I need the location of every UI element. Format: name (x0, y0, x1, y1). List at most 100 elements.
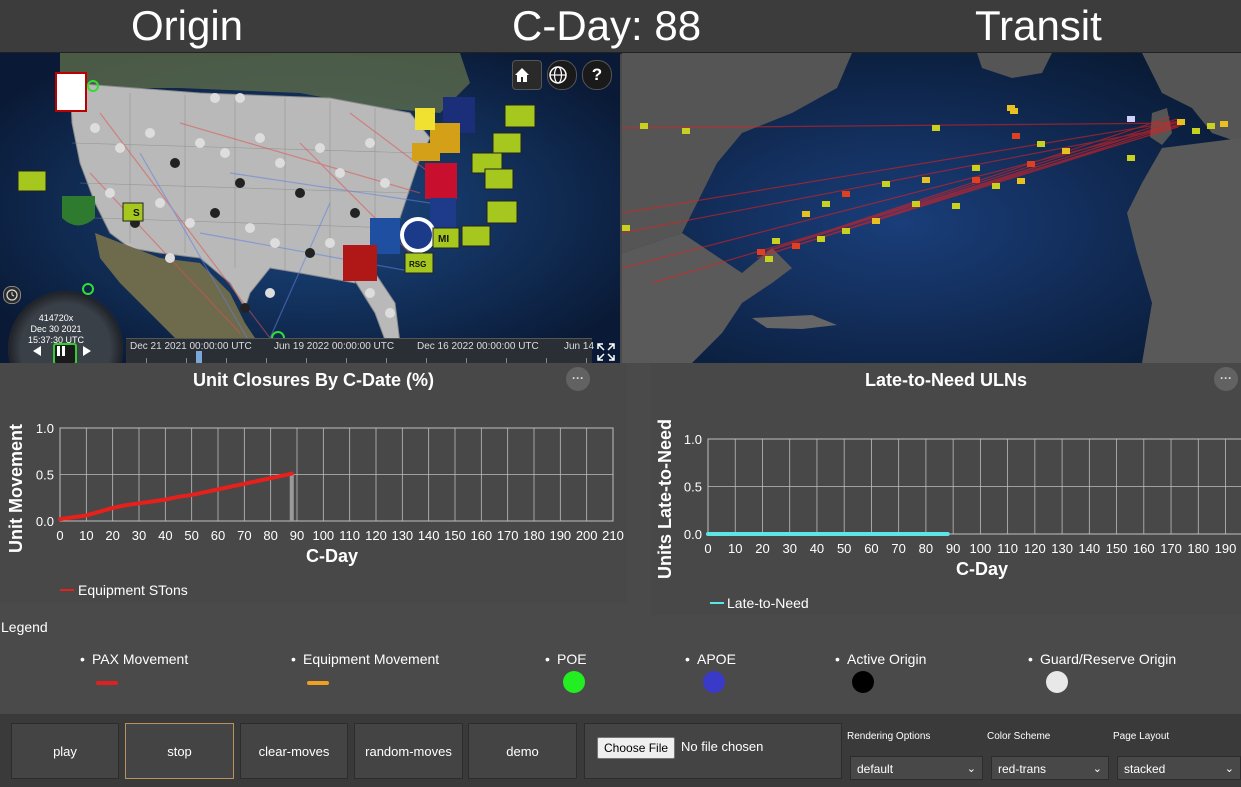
fullscreen-icon (597, 343, 615, 361)
reverse-button[interactable] (31, 345, 47, 363)
legend-label: PAX Movement (92, 651, 189, 667)
legend-bullet: • (291, 651, 296, 667)
demo-button[interactable]: demo (468, 723, 577, 779)
play-button[interactable]: play (11, 723, 119, 779)
x-tick-label: 180 (523, 528, 545, 543)
x-tick-label: 90 (946, 541, 960, 556)
x-tick-label: 150 (444, 528, 466, 543)
x-tick-label: 190 (1215, 541, 1237, 556)
late-to-need-chart: 0 10 20 30 40 50 60 70 80 90 100 110 120 130 140 150 160… (684, 432, 1241, 556)
x-tick-label: 160 (1133, 541, 1155, 556)
home-button[interactable] (512, 60, 542, 90)
late-to-need-panel: Late-to-Need ULNs ··· 0 10 20 30 40 50 60 70 80 9… (651, 363, 1241, 615)
forward-icon (83, 346, 91, 356)
reverse-icon (33, 346, 41, 356)
timeline-label-4: Jun 14 (564, 341, 595, 352)
transit-map[interactable] (622, 53, 1241, 363)
transit-title: Transit (975, 2, 1102, 49)
x-tick-label: 100 (970, 541, 992, 556)
clear-moves-button[interactable]: clear-moves (240, 723, 348, 779)
y-tick-label: 0.5 (36, 468, 54, 483)
stop-button[interactable]: stop (125, 723, 234, 779)
x-tick-label: 10 (79, 528, 93, 543)
y-tick-label: 0.0 (36, 514, 54, 529)
x-tick-label: 150 (1106, 541, 1128, 556)
late-to-need-legend-swatch (710, 602, 724, 604)
y-tick-label: 0.0 (684, 527, 702, 542)
late-to-need-ylabel: Units Late-to-Need (655, 418, 675, 579)
legend-bullet: • (835, 651, 840, 667)
timeline-bar[interactable]: Dec 21 2021 00:00:00 UTC Jun 19 2022 00:… (126, 338, 595, 363)
legend-label: Active Origin (847, 651, 927, 667)
help-icon: ? (591, 65, 603, 84)
x-tick-label: 40 (810, 541, 824, 556)
random-moves-button[interactable]: random-moves (354, 723, 463, 779)
x-tick-label: 80 (919, 541, 933, 556)
chevron-down-icon: ⌄ (1224, 763, 1234, 775)
pause-icon (57, 346, 65, 356)
legend-title: Legend (1, 619, 48, 635)
origin-title: Origin (131, 2, 244, 49)
x-tick-label: 180 (1187, 541, 1209, 556)
y-tick-label: 1.0 (684, 432, 702, 447)
x-tick-label: 130 (391, 528, 413, 543)
x-tick-label: 120 (365, 528, 387, 543)
cday-cursor (289, 473, 294, 521)
timeline-label-2: Jun 19 2022 00:00:00 UTC (274, 341, 395, 352)
home-icon (515, 68, 529, 82)
x-tick-label: 140 (1078, 541, 1100, 556)
control-bar: play stop clear-moves random-moves demo … (0, 714, 1241, 787)
rendering-options-select[interactable]: default ⌄ (850, 756, 983, 780)
clock-date: Dec 30 2021 (30, 324, 82, 334)
choose-file-button[interactable]: Choose File (597, 737, 676, 759)
x-tick-label: 60 (864, 541, 878, 556)
file-status: No file chosen (681, 739, 764, 754)
x-tick-label: 50 (837, 541, 851, 556)
pause-button[interactable] (53, 343, 77, 363)
color-scheme-select[interactable]: red-trans ⌄ (991, 756, 1109, 780)
x-tick-label: 50 (184, 528, 198, 543)
clock-readout: 414720x Dec 30 2021 15:37:30 UTC (0, 313, 112, 346)
y-tick-label: 1.0 (36, 421, 54, 436)
x-tick-label: 210 (602, 528, 624, 543)
legend-swatch (307, 681, 329, 685)
legend-bullet: • (80, 651, 85, 667)
timeline-cursor[interactable] (196, 351, 202, 363)
color-scheme-label: Color Scheme (987, 731, 1051, 742)
clock-icon (6, 289, 18, 301)
legend-swatch (1046, 671, 1068, 693)
timeline-label-1: Dec 21 2021 00:00:00 UTC (130, 341, 252, 352)
globe-button[interactable] (547, 60, 577, 90)
x-tick-label: 90 (290, 528, 304, 543)
late-to-need-xlabel: C-Day (956, 559, 1009, 579)
unit-label-rsg: RSG (409, 260, 426, 269)
legend-bullet: • (1028, 651, 1033, 667)
forward-button[interactable] (81, 345, 97, 363)
x-tick-label: 0 (704, 541, 711, 556)
chevron-down-icon: ⌄ (1092, 763, 1102, 775)
origin-map[interactable]: S MI RSG ? 414720x Dec 30 2021 15:37:30 … (0, 53, 620, 363)
x-tick-label: 20 (105, 528, 119, 543)
unit-closures-ylabel: Unit Movement (6, 423, 26, 553)
globe-icon (549, 66, 567, 84)
y-tick-label: 0.5 (684, 480, 702, 495)
legend-swatch (703, 671, 725, 693)
unit-closures-legend-label: Equipment STons (78, 582, 188, 598)
transit-map-canvas (622, 53, 1241, 363)
clock-settings-button[interactable] (3, 286, 21, 304)
page-layout-value: stacked (1124, 762, 1166, 776)
fullscreen-button[interactable] (596, 342, 616, 362)
legend-swatch (563, 671, 585, 693)
clock-speed: 414720x (38, 313, 74, 323)
legend-bullet: • (685, 651, 690, 667)
color-scheme-value: red-trans (998, 762, 1047, 776)
rendering-options-label: Rendering Options (847, 731, 931, 742)
x-tick-label: 170 (1160, 541, 1182, 556)
legend-label: Equipment Movement (303, 651, 440, 667)
x-tick-label: 120 (1024, 541, 1046, 556)
unit-label-mi: MI (438, 234, 449, 245)
x-tick-label: 190 (549, 528, 571, 543)
unit-closures-legend-swatch (60, 589, 74, 591)
help-button[interactable]: ? (582, 60, 612, 90)
page-layout-select[interactable]: stacked ⌄ (1117, 756, 1241, 780)
